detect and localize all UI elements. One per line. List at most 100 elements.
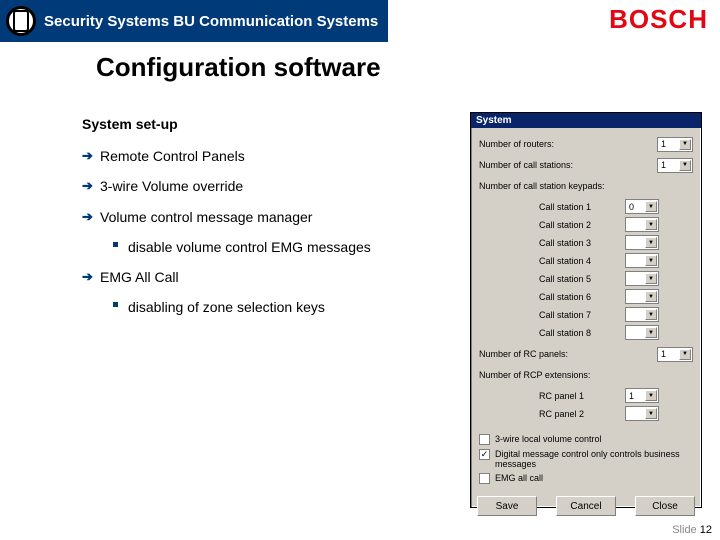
bullet-text: 3-wire Volume override — [94, 177, 243, 195]
num-callstations-select[interactable]: 1 ▼ — [657, 158, 693, 173]
close-button[interactable]: Close — [635, 496, 695, 516]
bullet-level2: disabling of zone selection keys — [110, 298, 462, 316]
slide-number: 12 — [700, 524, 712, 536]
select-value: 0 — [629, 202, 634, 212]
cs-select[interactable]: ▼ — [625, 253, 659, 268]
dialog-button-row: Save Cancel Close — [471, 492, 701, 522]
content-area: System set-up ➔ Remote Control Panels ➔ … — [82, 115, 462, 328]
cs-label: Call station 1 — [539, 202, 625, 212]
select-value: 1 — [629, 391, 634, 401]
num-routers-select[interactable]: 1 ▼ — [657, 137, 693, 152]
checkbox-3wire[interactable]: 3-wire local volume control — [479, 434, 693, 445]
cs-select[interactable]: ▼ — [625, 271, 659, 286]
cs-label: Call station 4 — [539, 256, 625, 266]
bosch-wordmark: BOSCH — [609, 0, 720, 42]
field-label: Number of call stations: — [479, 160, 657, 170]
cs-row: Call station 5 ▼ — [479, 271, 693, 286]
checkbox-icon — [479, 473, 490, 484]
callstation-list: Call station 10▼ Call station 2▼ Call st… — [479, 199, 693, 340]
cs-row: Call station 7▼ — [479, 307, 693, 322]
cs-row: Call station 2 ▼ — [479, 217, 693, 232]
chevron-down-icon: ▼ — [645, 408, 657, 419]
cs-row: Call station 6 ▼ — [479, 289, 693, 304]
bullet-level1: ➔ Remote Control Panels — [82, 147, 462, 165]
rcp-select[interactable]: 1▼ — [625, 388, 659, 403]
checkbox-icon: ✓ — [479, 449, 490, 460]
select-value: 1 — [661, 139, 666, 149]
bosch-symbol-icon — [6, 6, 36, 36]
cs-select[interactable]: ▼ — [625, 235, 659, 250]
chevron-down-icon: ▼ — [645, 237, 657, 248]
field-label: Number of RCP extensions: — [479, 370, 693, 380]
rc-panels-select[interactable]: 1 ▼ — [657, 347, 693, 362]
rcp-row: RC panel 2 ▼ — [479, 406, 693, 421]
cs-select[interactable]: ▼ — [625, 325, 659, 340]
section-subhead: System set-up — [82, 115, 462, 133]
header-left: Security Systems BU Communication System… — [0, 0, 388, 42]
checkbox-label: EMG all call — [495, 473, 693, 483]
cs-row: Call station 8 ▼ — [479, 325, 693, 340]
cs-label: Call station 6 — [539, 292, 625, 302]
footer-label: Slide — [672, 524, 696, 536]
bullet-text: EMG All Call — [94, 268, 179, 286]
rcp-label: RC panel 1 — [539, 391, 625, 401]
cancel-button[interactable]: Cancel — [556, 496, 616, 516]
bullet-text: Volume control message manager — [94, 208, 312, 226]
cs-label: Call station 8 — [539, 328, 625, 338]
field-label: Number of call station keypads: — [479, 181, 693, 191]
chevron-down-icon: ▼ — [645, 273, 657, 284]
field-num-keypads-label: Number of call station keypads: — [479, 178, 693, 194]
chevron-down-icon: ▼ — [645, 255, 657, 266]
header-bar: Security Systems BU Communication System… — [0, 0, 720, 42]
chevron-down-icon: ▼ — [645, 219, 657, 230]
field-rcp-ext-label: Number of RCP extensions: — [479, 367, 693, 383]
chevron-down-icon: ▼ — [645, 291, 657, 302]
bullet-level1: ➔ 3-wire Volume override — [82, 177, 462, 195]
cs-select[interactable]: 0▼ — [625, 199, 659, 214]
chevron-down-icon: ▼ — [679, 160, 691, 171]
rcp-row: RC panel 11▼ — [479, 388, 693, 403]
rcp-label: RC panel 2 — [539, 409, 625, 419]
field-label: Number of RC panels: — [479, 349, 657, 359]
checkbox-label: Digital message control only controls bu… — [495, 449, 693, 469]
cs-row: Call station 4 ▼ — [479, 253, 693, 268]
system-dialog: System Number of routers: 1 ▼ Number of … — [470, 112, 702, 508]
square-bullet-icon — [110, 298, 120, 308]
checkbox-digital-msg[interactable]: ✓ Digital message control only controls … — [479, 449, 693, 469]
cs-label: Call station 3 — [539, 238, 625, 248]
dialog-body: Number of routers: 1 ▼ Number of call st… — [471, 128, 701, 492]
cs-label: Call station 7 — [539, 310, 625, 320]
field-rc-panels: Number of RC panels: 1 ▼ — [479, 346, 693, 362]
save-button[interactable]: Save — [477, 496, 537, 516]
chevron-down-icon: ▼ — [645, 327, 657, 338]
bullet-text: disable volume control EMG messages — [120, 238, 371, 256]
cs-label: Call station 5 — [539, 274, 625, 284]
cs-label: Call station 2 — [539, 220, 625, 230]
select-value: 1 — [661, 160, 666, 170]
bullet-text: disabling of zone selection keys — [120, 298, 325, 316]
slide-footer: Slide 12 — [672, 524, 712, 536]
field-num-routers: Number of routers: 1 ▼ — [479, 136, 693, 152]
dialog-titlebar: System — [471, 113, 701, 128]
cs-select[interactable]: ▼ — [625, 217, 659, 232]
arrow-icon: ➔ — [82, 268, 94, 286]
chevron-down-icon: ▼ — [679, 139, 691, 150]
cs-select[interactable]: ▼ — [625, 307, 659, 322]
checkbox-emg-allcall[interactable]: EMG all call — [479, 473, 693, 484]
arrow-icon: ➔ — [82, 208, 94, 226]
arrow-icon: ➔ — [82, 147, 94, 165]
cs-row: Call station 3 ▼ — [479, 235, 693, 250]
checkbox-icon — [479, 434, 490, 445]
cs-select[interactable]: ▼ — [625, 289, 659, 304]
bullet-text: Remote Control Panels — [94, 147, 245, 165]
checkbox-label: 3-wire local volume control — [495, 434, 693, 444]
square-bullet-icon — [110, 238, 120, 248]
bullet-level1: ➔ Volume control message manager — [82, 208, 462, 226]
chevron-down-icon: ▼ — [645, 390, 657, 401]
select-value: 1 — [661, 349, 666, 359]
bullet-level1: ➔ EMG All Call — [82, 268, 462, 286]
chevron-down-icon: ▼ — [679, 349, 691, 360]
cs-row: Call station 10▼ — [479, 199, 693, 214]
rcp-select[interactable]: ▼ — [625, 406, 659, 421]
arrow-icon: ➔ — [82, 177, 94, 195]
